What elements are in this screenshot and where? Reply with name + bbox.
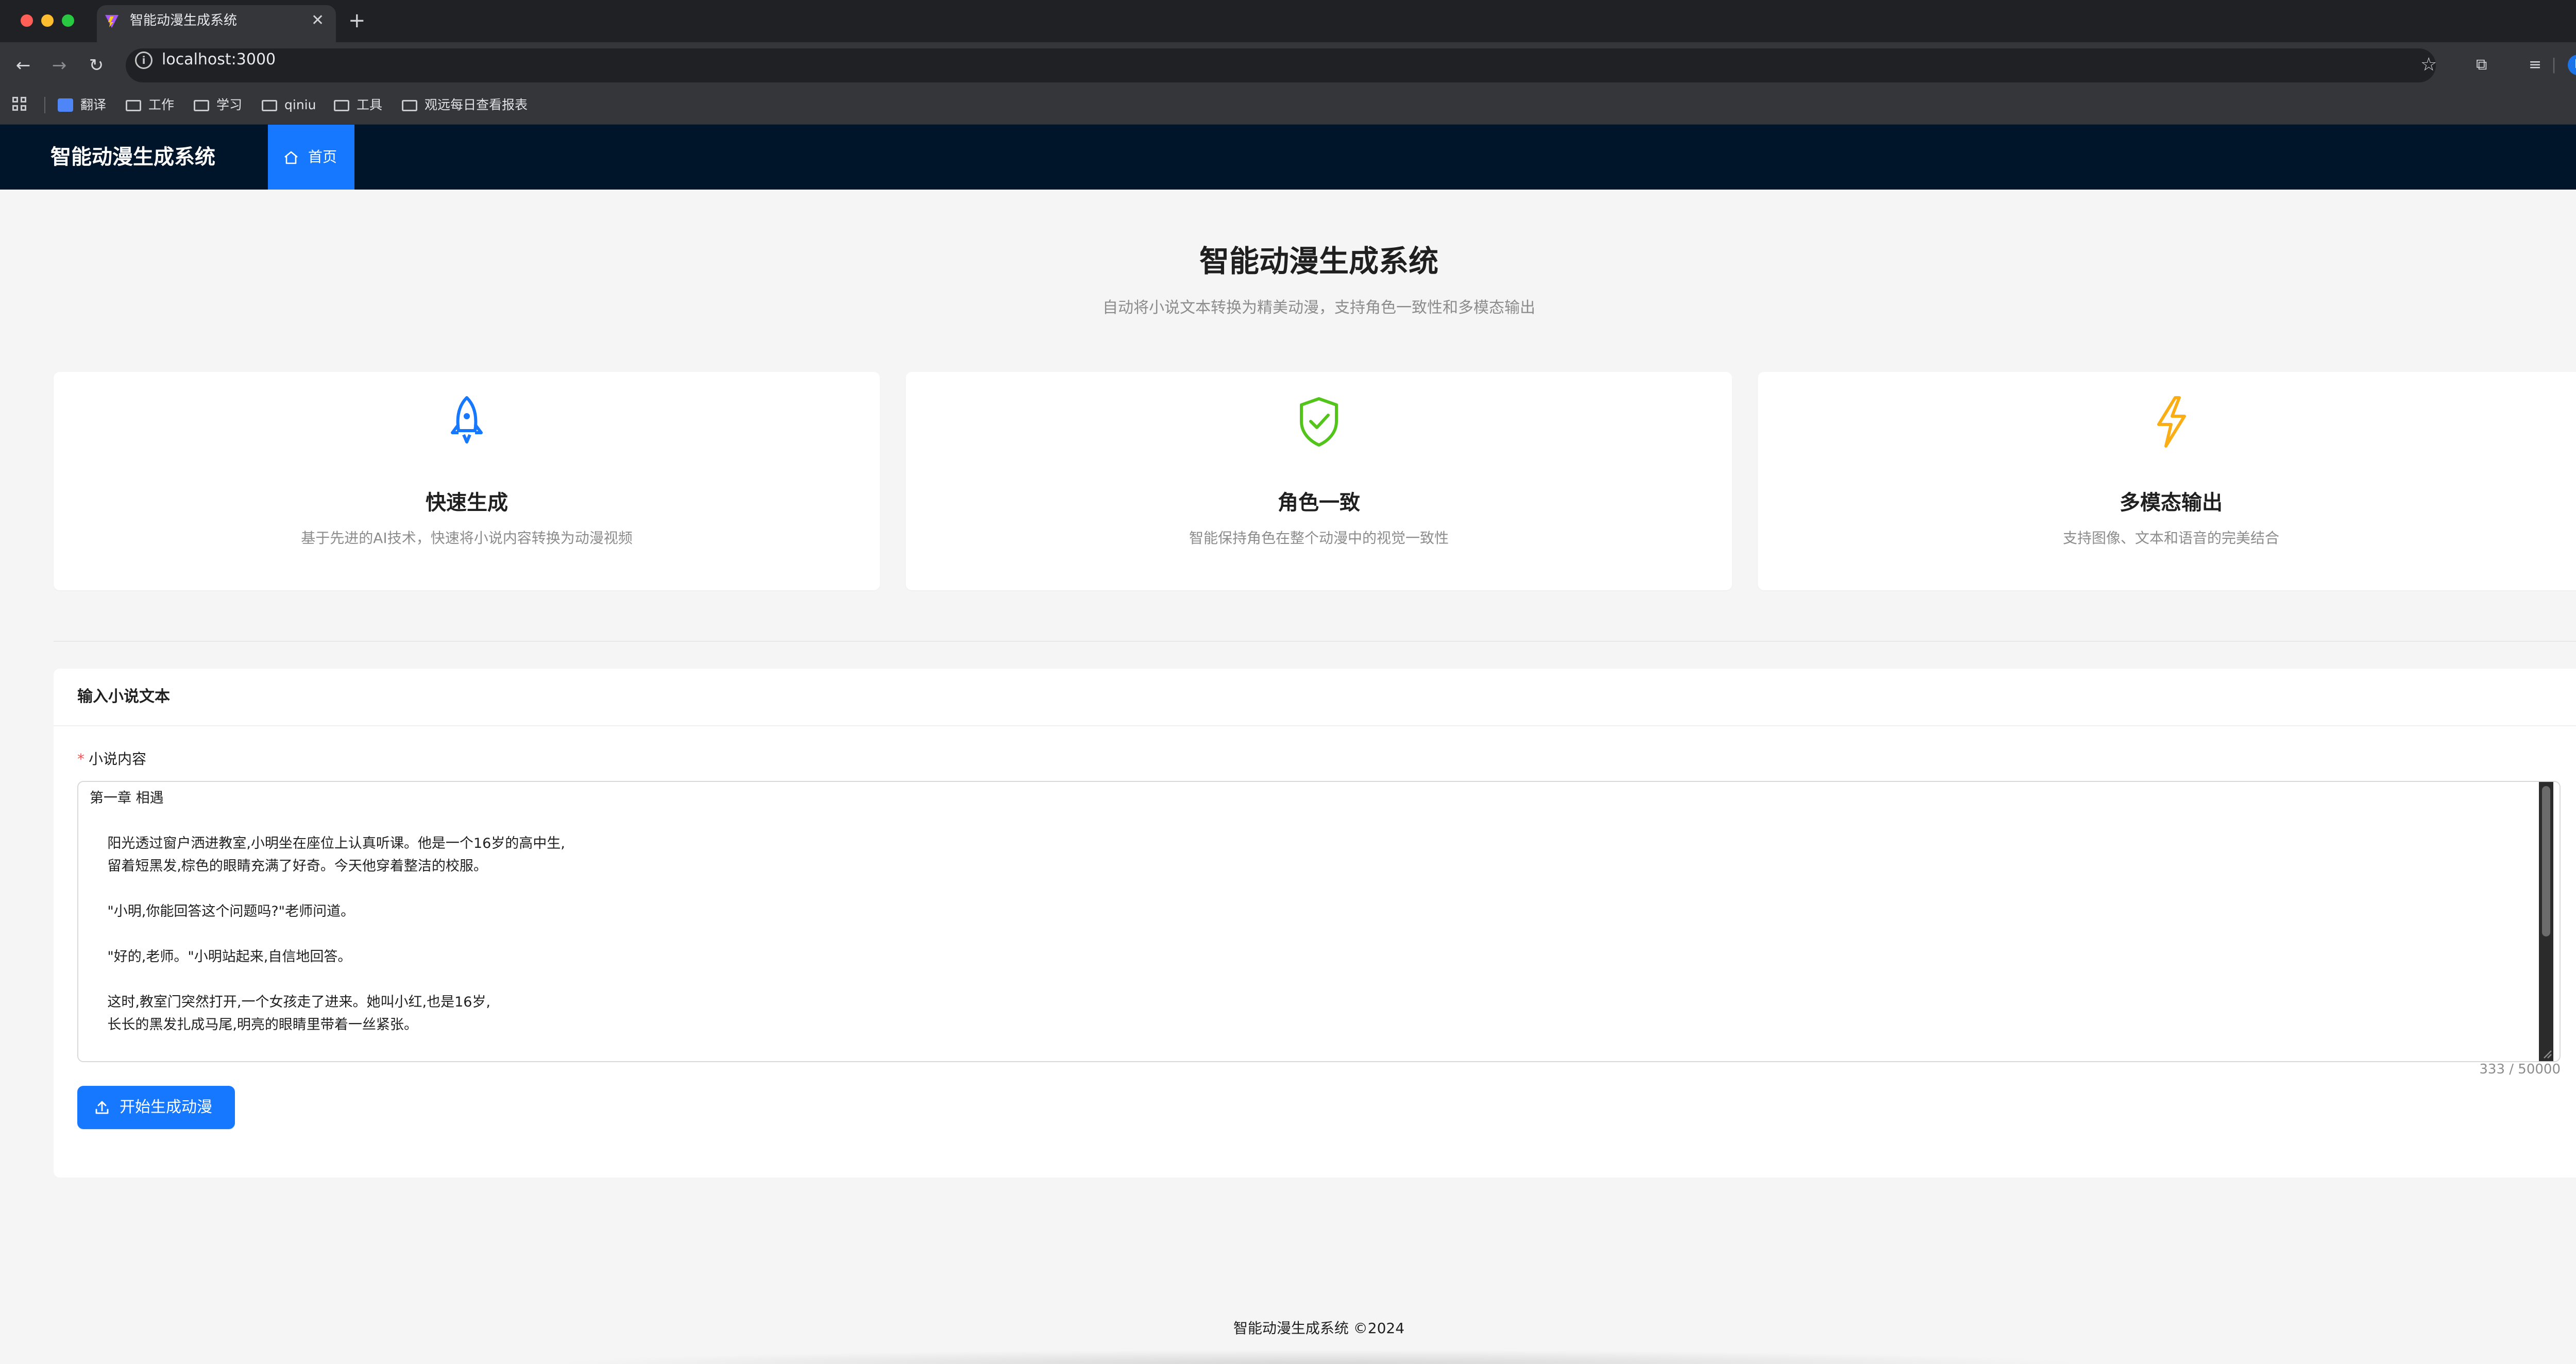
feature-description: 支持图像、文本和语音的完美结合 <box>2062 530 2279 547</box>
url-text[interactable]: localhost:3000 <box>162 49 276 70</box>
bookmarks-divider <box>44 97 45 113</box>
card-title: 输入小说文本 <box>77 688 170 706</box>
media-controls-icon[interactable]: ≡ <box>2529 54 2541 76</box>
section-divider <box>54 641 2576 642</box>
feature-card-consistency: 角色一致 智能保持角色在整个动漫中的视觉一致性 <box>906 372 1732 590</box>
required-mark: * <box>77 751 84 768</box>
feature-title: 角色一致 <box>1278 491 1360 515</box>
window-bottom-shadow <box>546 1350 2092 1364</box>
page-subtitle: 自动将小说文本转换为精美动漫，支持角色一致性和多模态输出 <box>1103 299 1535 317</box>
bookmark-star-icon[interactable]: ☆ <box>2420 54 2437 76</box>
feature-card-multimodal: 多模态输出 支持图像、文本和语音的完美结合 <box>1758 372 2576 590</box>
tab-close-icon[interactable]: ✕ <box>311 11 324 30</box>
rocket-icon <box>451 396 483 444</box>
app-header <box>0 125 2576 190</box>
bookmark-folder[interactable]: 观远每日查看报表 <box>402 94 528 116</box>
lightning-icon <box>2157 396 2186 448</box>
resize-handle-icon[interactable] <box>2540 1047 2552 1059</box>
browser-toolbar: ← → ↻ i localhost:3000 ☆ ⧉ ≡ | ⋮ <box>0 42 2576 89</box>
shield-check-icon <box>1300 397 1338 447</box>
folder-icon <box>126 100 141 111</box>
scrollbar-thumb[interactable] <box>2542 786 2550 936</box>
button-label: 开始生成动漫 <box>120 1098 212 1116</box>
close-window-button[interactable] <box>21 14 33 27</box>
novel-input-card: 输入小说文本 * 小说内容 第一章 相遇 阳光透过窗户洒进教室,小明坐在座位上认真… <box>54 669 2576 1178</box>
home-icon <box>284 151 298 164</box>
site-info-icon[interactable]: i <box>135 52 152 69</box>
nav-item-home[interactable]: 首页 <box>268 125 354 190</box>
nav-item-label: 首页 <box>308 148 337 165</box>
app-logo[interactable]: 智能动漫生成系统 <box>50 125 215 190</box>
feature-description: 智能保持角色在整个动漫中的视觉一致性 <box>1189 530 1449 547</box>
bookmark-folder[interactable]: 工作 <box>126 94 174 116</box>
feature-card-fast: 快速生成 基于先进的AI技术，快速将小说内容转换为动漫视频 <box>54 372 880 590</box>
folder-icon <box>402 100 417 111</box>
apps-grid-icon[interactable] <box>12 97 28 112</box>
novel-content-textarea[interactable]: 第一章 相遇 阳光透过窗户洒进教室,小明坐在座位上认真听课。他是一个16岁的高中… <box>77 781 2561 1062</box>
back-arrow-icon[interactable]: ← <box>11 54 35 77</box>
toolbar-divider: | <box>2551 56 2557 74</box>
folder-icon <box>262 100 277 111</box>
bookmark-folder[interactable]: qiniu <box>262 94 316 116</box>
feature-title: 多模态输出 <box>2120 491 2223 515</box>
translate-icon <box>58 98 73 112</box>
textarea-content[interactable]: 第一章 相遇 阳光透过窗户洒进教室,小明坐在座位上认真听课。他是一个16岁的高中… <box>90 787 2511 1036</box>
vite-favicon-icon <box>105 15 118 28</box>
bookmarks-bar <box>0 89 2576 125</box>
minimize-window-button[interactable] <box>41 14 54 27</box>
card-header-divider <box>54 725 2576 726</box>
start-generation-button[interactable]: 开始生成动漫 <box>77 1086 235 1129</box>
maximize-window-button[interactable] <box>62 14 74 27</box>
address-bar[interactable] <box>126 48 2436 82</box>
tab-title: 智能动漫生成系统 <box>130 13 238 28</box>
bookmark-item[interactable]: 翻译 <box>58 94 106 116</box>
browser-tab-strip: 智能动漫生成系统 ✕ + ⌄ <box>0 0 2576 42</box>
bookmark-folder[interactable]: 学习 <box>194 94 242 116</box>
novel-content-label: * 小说内容 <box>77 751 147 768</box>
page-title: 智能动漫生成系统 <box>1199 244 1438 279</box>
feature-description: 基于先进的AI技术，快速将小说内容转换为动漫视频 <box>301 530 633 547</box>
forward-arrow-icon[interactable]: → <box>47 54 71 77</box>
reload-icon[interactable]: ↻ <box>84 54 108 77</box>
bookmark-folder[interactable]: 工具 <box>334 94 382 116</box>
new-tab-button[interactable]: + <box>348 9 366 32</box>
feature-title: 快速生成 <box>426 491 508 515</box>
footer-copyright: 智能动漫生成系统 ©2024 <box>1233 1320 1405 1337</box>
folder-icon <box>194 100 209 111</box>
character-counter: 333 / 50000 <box>2479 1062 2561 1077</box>
folder-icon <box>334 100 349 111</box>
upload-icon <box>95 1101 109 1114</box>
extensions-icon[interactable]: ⧉ <box>2476 54 2487 76</box>
